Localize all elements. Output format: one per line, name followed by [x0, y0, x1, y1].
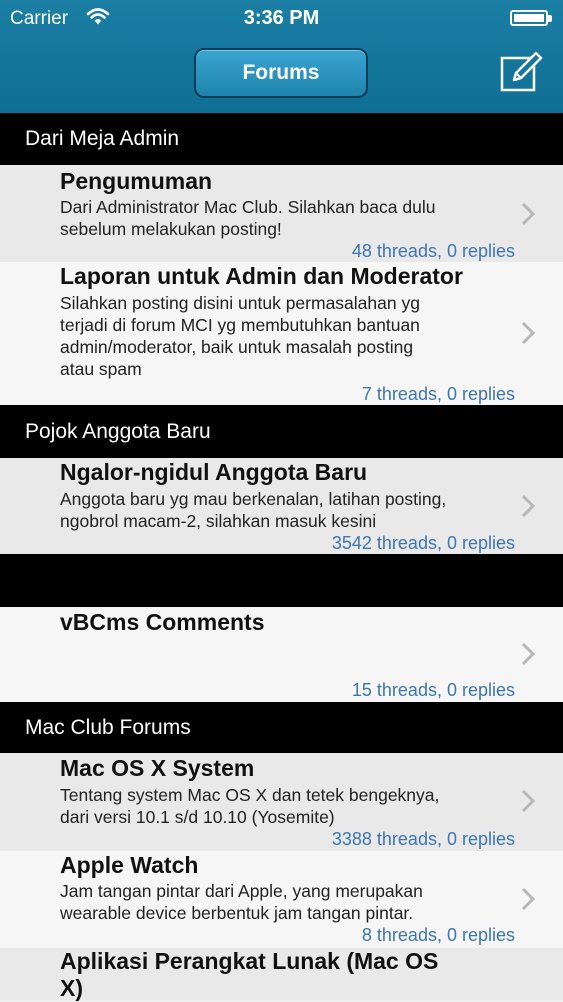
- forum-title: Apple Watch: [60, 852, 199, 878]
- chevron-right-icon: [521, 789, 536, 813]
- section-header: Pojok Anggota Baru: [0, 405, 563, 458]
- battery-icon: [510, 10, 552, 26]
- status-time: 3:36 PM: [243, 7, 320, 29]
- forum-stats: 3388 threads, 0 replies: [331, 829, 515, 849]
- forum-description: Tentang system Mac OS X dan tetek bengek…: [60, 785, 440, 827]
- chevron-right-icon: [521, 202, 536, 226]
- navigation-bar: Carrier 3:36 PM Forums: [0, 0, 563, 113]
- chevron-right-icon: [521, 642, 536, 666]
- forum-row-ngalor-ngidul[interactable]: Ngalor-ngidul Anggota Baru Anggota baru …: [0, 458, 563, 554]
- forum-stats: 48 threads, 0 replies: [351, 241, 515, 261]
- forum-title: Laporan untuk Admin dan Moderator: [60, 263, 463, 289]
- forum-stats: 15 threads, 0 replies: [351, 680, 515, 700]
- status-bar: Carrier 3:36 PM: [0, 0, 563, 36]
- forums-button[interactable]: Forums: [194, 48, 368, 98]
- forum-description: Dari Administrator Mac Club. Silahkan ba…: [60, 197, 436, 239]
- forum-title: Pengumuman: [60, 168, 213, 194]
- forum-row-apple-watch[interactable]: Apple Watch Jam tangan pintar dari Apple…: [0, 851, 563, 948]
- forum-description: Jam tangan pintar dari Apple, yang merup…: [60, 881, 423, 923]
- forum-title: Mac OS X System: [60, 755, 255, 781]
- compose-icon[interactable]: [500, 50, 544, 94]
- forum-row-aplikasi-perangkat-lunak[interactable]: Aplikasi Perangkat Lunak (Mac OS X): [0, 948, 563, 1001]
- forum-title: Ngalor-ngidul Anggota Baru: [60, 459, 368, 485]
- forum-description: Anggota baru yg mau berkenalan, latihan …: [60, 489, 447, 531]
- chevron-right-icon: [521, 494, 536, 518]
- chevron-right-icon: [521, 321, 536, 345]
- chevron-right-icon: [521, 887, 536, 911]
- forum-row-laporan[interactable]: Laporan untuk Admin dan Moderator Silahk…: [0, 262, 563, 405]
- forum-stats: 3542 threads, 0 replies: [331, 533, 515, 553]
- forum-title: vBCms Comments: [60, 609, 265, 635]
- forum-stats: 7 threads, 0 replies: [361, 384, 515, 404]
- section-header: [0, 554, 563, 607]
- forum-title: Aplikasi Perangkat Lunak (Mac OS X): [60, 948, 439, 1001]
- forum-stats: 8 threads, 0 replies: [361, 925, 515, 945]
- section-header: Mac Club Forums: [0, 702, 563, 753]
- section-header: Dari Meja Admin: [0, 113, 563, 165]
- forum-row-pengumuman[interactable]: Pengumuman Dari Administrator Mac Club. …: [0, 165, 563, 262]
- forum-row-vbcms-comments[interactable]: vBCms Comments 15 threads, 0 replies: [0, 607, 563, 702]
- forum-row-mac-os-x-system[interactable]: Mac OS X System Tentang system Mac OS X …: [0, 753, 563, 851]
- forum-description: Silahkan posting disini untuk permasalah…: [60, 293, 420, 379]
